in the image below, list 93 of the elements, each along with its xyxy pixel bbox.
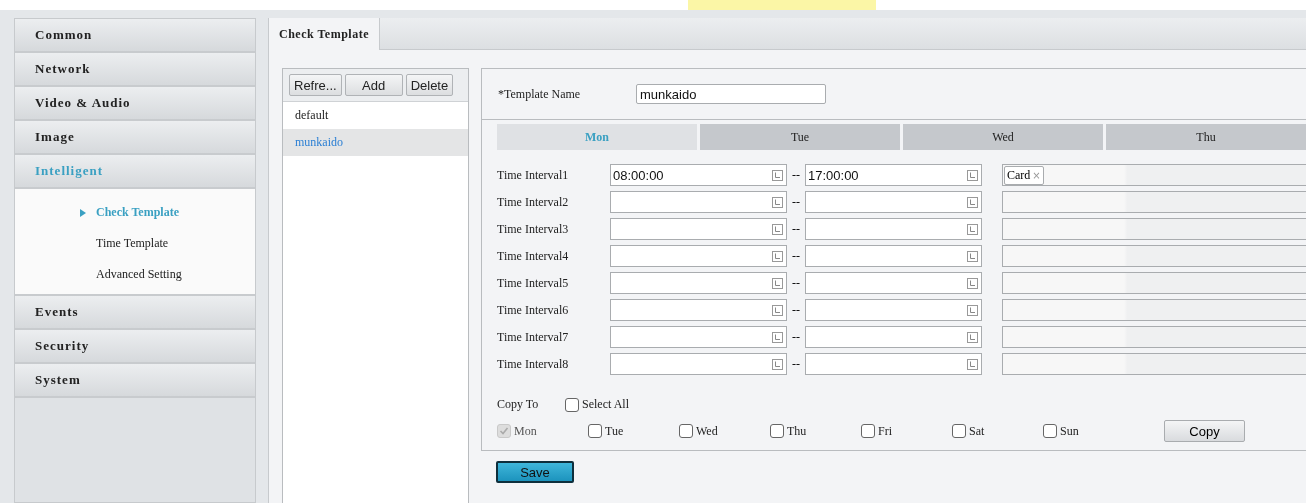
field-label: Time Interval7 (497, 329, 570, 345)
day-tab[interactable]: Thu (1106, 124, 1306, 150)
clock-icon[interactable] (772, 358, 783, 370)
field-label: Time Interval8 (497, 356, 570, 372)
clock-icon[interactable] (772, 223, 783, 235)
menu-item[interactable]: Video & Audio (15, 87, 255, 121)
checkbox-label[interactable]: Select All (582, 397, 629, 412)
save-button[interactable]: Save (496, 461, 574, 483)
tag-field[interactable] (1002, 272, 1306, 294)
tab[interactable]: Check Template (269, 18, 380, 50)
separator: -- (791, 302, 801, 318)
clock-icon[interactable] (772, 304, 783, 316)
checkbox-label[interactable]: Tue (605, 423, 624, 439)
checkbox[interactable] (588, 424, 602, 438)
time-field[interactable] (610, 218, 787, 240)
time-field[interactable] (610, 191, 787, 213)
separator: -- (791, 221, 801, 237)
time-field[interactable]: 17:00:00 (805, 164, 982, 186)
separator: -- (791, 275, 801, 291)
clock-icon[interactable] (772, 169, 783, 181)
clock-icon[interactable] (772, 331, 783, 343)
day-tab[interactable]: Tue (700, 124, 900, 150)
field-label: Time Interval6 (497, 302, 570, 318)
submenu-item[interactable]: Time Template (15, 228, 255, 259)
checkbox-label[interactable]: Fri (878, 423, 892, 439)
tag-field[interactable] (1002, 353, 1306, 375)
time-field[interactable] (610, 272, 787, 294)
clock-icon[interactable] (967, 331, 978, 343)
toolbar-button[interactable]: Refre... (289, 74, 342, 96)
time-field[interactable] (805, 218, 982, 240)
time-field[interactable]: 08:00:00 (610, 164, 787, 186)
menu-item[interactable]: System (15, 364, 255, 398)
menu-item[interactable]: Events (15, 296, 255, 330)
tag-field[interactable] (1002, 326, 1306, 348)
day-tab[interactable]: Wed (903, 124, 1103, 150)
clock-icon[interactable] (772, 277, 783, 289)
clock-icon[interactable] (967, 304, 978, 316)
separator: -- (791, 248, 801, 264)
checkbox[interactable] (770, 424, 784, 438)
menu-item[interactable]: Image (15, 121, 255, 155)
time-field[interactable] (805, 191, 982, 213)
tag-field[interactable] (1002, 218, 1306, 240)
checkbox-label[interactable]: Thu (787, 423, 807, 439)
clock-icon[interactable] (772, 250, 783, 262)
separator: -- (791, 167, 801, 183)
field-label: *Template Name (498, 86, 582, 102)
field-label: Time Interval4 (497, 248, 570, 264)
clock-icon[interactable] (967, 196, 978, 208)
field-label: Time Interval1 (497, 167, 570, 183)
clock-icon[interactable] (967, 358, 978, 370)
checkbox-label[interactable]: Sat (969, 423, 985, 439)
time-field[interactable] (805, 353, 982, 375)
time-field[interactable] (805, 299, 982, 321)
time-field[interactable] (610, 245, 787, 267)
checkbox-label[interactable]: Sun (1060, 423, 1079, 439)
field-label: Copy To (497, 397, 540, 412)
menu-item[interactable]: Network (15, 53, 255, 87)
field-label: Time Interval3 (497, 221, 570, 237)
separator: -- (791, 194, 801, 210)
toolbar-button[interactable]: Add (344, 74, 403, 96)
checkbox[interactable] (565, 397, 579, 412)
time-field[interactable] (805, 245, 982, 267)
tag-field[interactable] (1002, 245, 1306, 267)
field-label: Time Interval2 (497, 194, 570, 210)
toolbar-button[interactable]: Delete (405, 74, 454, 96)
tag-field[interactable] (1002, 299, 1306, 321)
field-label: Time Interval5 (497, 275, 570, 291)
separator: -- (791, 356, 801, 372)
time-field[interactable] (805, 272, 982, 294)
clock-icon[interactable] (967, 169, 978, 181)
menu-item[interactable]: Common (15, 19, 255, 53)
checkbox[interactable] (861, 424, 875, 438)
separator: -- (791, 329, 801, 345)
submenu-item[interactable]: Advanced Setting (15, 259, 255, 290)
input-field[interactable]: munkaido (636, 84, 826, 104)
caret-icon (80, 208, 86, 217)
time-field[interactable] (610, 326, 787, 348)
time-field[interactable] (805, 326, 982, 348)
clock-icon[interactable] (967, 223, 978, 235)
time-field[interactable] (610, 353, 787, 375)
clock-icon[interactable] (967, 250, 978, 262)
tag-field[interactable]: Card × (1002, 164, 1306, 186)
checkbox[interactable] (679, 424, 693, 438)
menu-item[interactable]: Security (15, 330, 255, 364)
checkbox[interactable] (952, 424, 966, 438)
time-field[interactable] (610, 299, 787, 321)
clock-icon[interactable] (772, 196, 783, 208)
clock-icon[interactable] (967, 277, 978, 289)
checkmark-icon (499, 426, 509, 436)
tag-field[interactable] (1002, 191, 1306, 213)
copy-button[interactable]: Copy (1164, 420, 1245, 442)
checkbox-label[interactable]: Wed (696, 423, 718, 439)
checkbox[interactable] (1043, 424, 1057, 438)
